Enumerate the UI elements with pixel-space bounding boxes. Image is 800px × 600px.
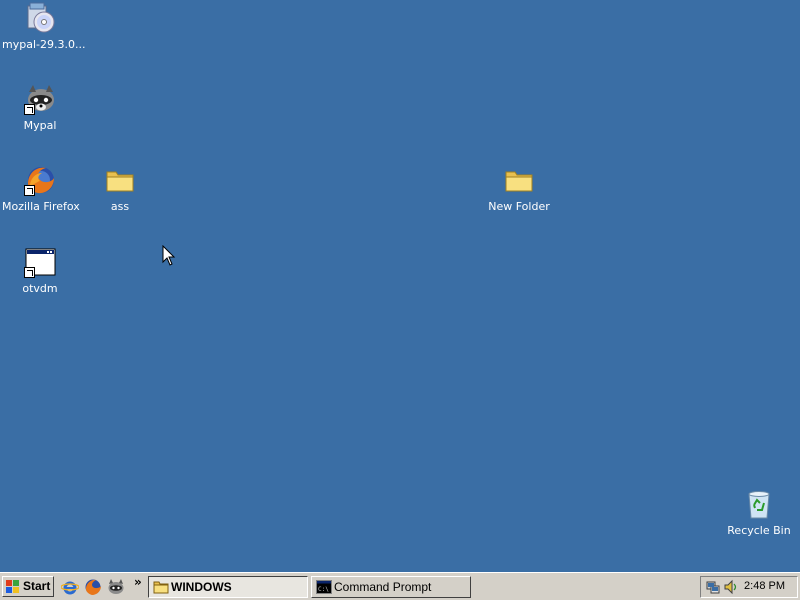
system-tray: 2:48 PM bbox=[700, 576, 798, 598]
taskbar: Start » WINDOWS C:\ Command Prompt 2:48 … bbox=[0, 572, 800, 600]
mypal-raccoon-icon[interactable] bbox=[107, 578, 125, 596]
folder-icon bbox=[104, 164, 136, 196]
quick-launch-overflow-button[interactable]: » bbox=[134, 575, 142, 589]
mypal-raccoon-icon bbox=[24, 83, 56, 115]
desktop-icon-mypal[interactable]: Mypal bbox=[2, 83, 78, 132]
mouse-cursor-icon bbox=[162, 245, 176, 266]
shortcut-arrow-icon bbox=[24, 185, 35, 196]
speaker-icon[interactable] bbox=[723, 579, 739, 595]
clock[interactable]: 2:48 PM bbox=[744, 580, 785, 592]
task-label: Command Prompt bbox=[334, 580, 432, 594]
shortcut-arrow-icon bbox=[24, 267, 35, 278]
task-label: WINDOWS bbox=[171, 580, 232, 594]
task-button-command-prompt[interactable]: C:\ Command Prompt bbox=[311, 576, 471, 598]
desktop[interactable]: mypal-29.3.0... Mypal Mozilla Firefox ot… bbox=[0, 0, 800, 572]
folder-icon bbox=[503, 164, 535, 196]
desktop-icon-mypal-installer[interactable]: mypal-29.3.0... bbox=[2, 2, 85, 51]
desktop-icon-new-folder[interactable]: New Folder bbox=[481, 164, 557, 213]
windows-logo-icon bbox=[6, 580, 20, 593]
desktop-icon-firefox[interactable]: Mozilla Firefox bbox=[2, 164, 80, 213]
start-label: Start bbox=[23, 579, 51, 593]
firefox-icon bbox=[24, 164, 56, 196]
application-window-icon bbox=[24, 246, 56, 278]
task-button-windows[interactable]: WINDOWS bbox=[148, 576, 308, 598]
desktop-icon-otvdm[interactable]: otvdm bbox=[2, 246, 78, 295]
firefox-icon[interactable] bbox=[84, 578, 102, 596]
installer-cd-icon bbox=[24, 2, 56, 34]
internet-explorer-icon[interactable] bbox=[61, 578, 79, 596]
shortcut-arrow-icon bbox=[24, 104, 35, 115]
recycle-bin-icon bbox=[743, 488, 775, 520]
desktop-icon-folder-ass[interactable]: ass bbox=[82, 164, 158, 213]
command-prompt-icon: C:\ bbox=[316, 580, 332, 594]
folder-icon bbox=[153, 581, 169, 594]
network-icon[interactable] bbox=[705, 579, 721, 595]
desktop-icon-recycle-bin[interactable]: Recycle Bin bbox=[721, 488, 797, 537]
svg-text:C:\: C:\ bbox=[318, 586, 329, 593]
start-button[interactable]: Start bbox=[2, 576, 54, 597]
